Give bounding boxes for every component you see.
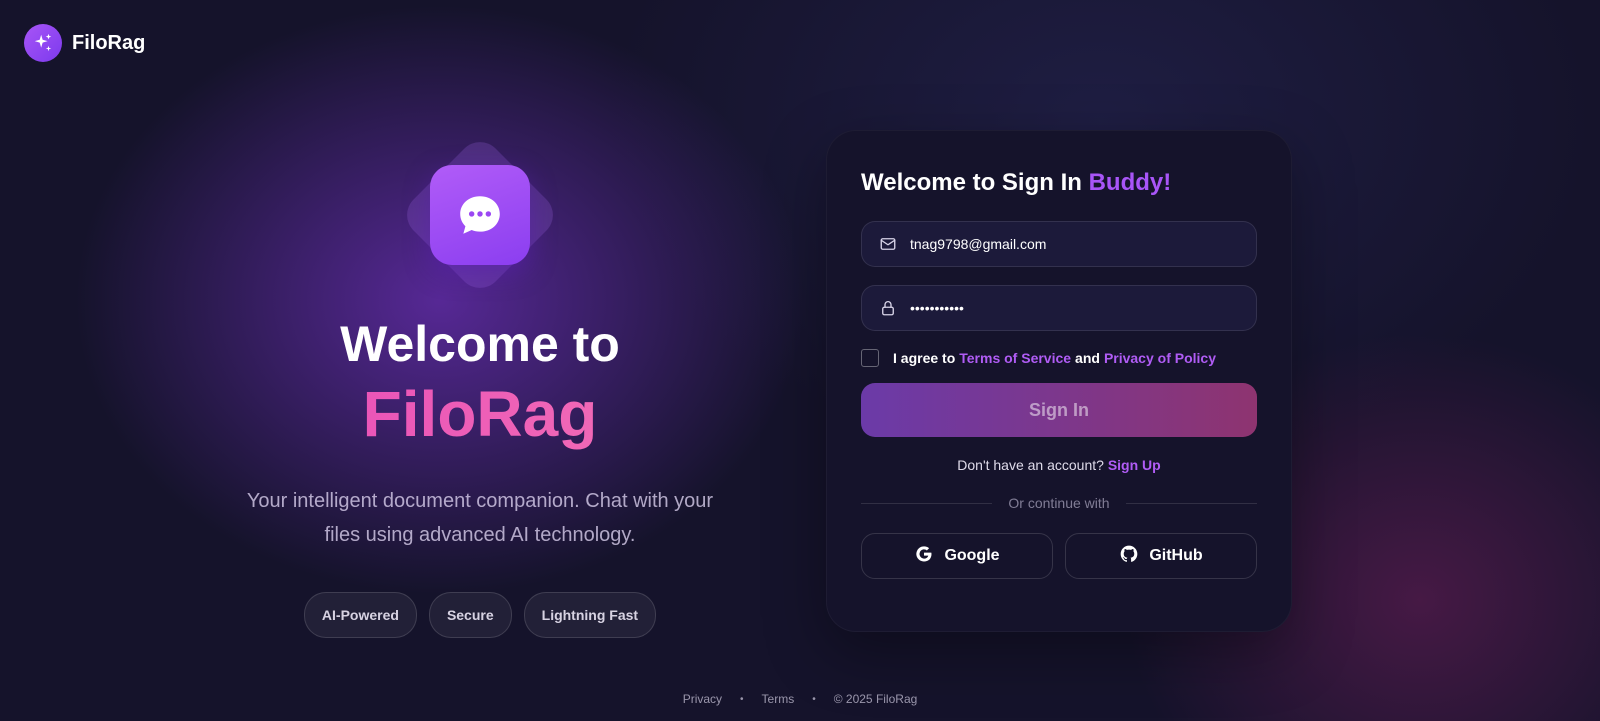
privacy-policy-link[interactable]: Privacy of Policy — [1104, 350, 1216, 366]
chip-secure: Secure — [428, 592, 512, 638]
signin-title: Welcome to Sign In Buddy! — [861, 167, 1257, 199]
terms-checkbox[interactable] — [861, 349, 879, 367]
terms-agreement: I agree to Terms of Service and Privacy … — [861, 349, 1257, 367]
signin-title-accent: Buddy! — [1088, 169, 1172, 196]
signup-prompt: Don't have an account? — [957, 457, 1104, 473]
brand[interactable]: FiloRag — [24, 24, 145, 62]
footer-separator: • — [812, 693, 816, 705]
sign-in-button[interactable]: Sign In — [861, 383, 1257, 437]
footer-copyright: © 2025 FiloRag — [833, 692, 918, 706]
divider-text: Or continue with — [1008, 495, 1110, 511]
hero-section: Welcome to FiloRag Your intelligent docu… — [240, 130, 720, 638]
chip-lightning-fast: Lightning Fast — [523, 592, 657, 638]
email-field[interactable] — [908, 221, 1240, 267]
sign-up-link[interactable]: Sign Up — [1108, 457, 1161, 473]
google-icon — [914, 544, 934, 569]
or-divider: Or continue with — [861, 495, 1258, 511]
mail-icon — [878, 234, 898, 254]
footer-privacy-link[interactable]: Privacy — [683, 692, 722, 706]
google-login-button[interactable]: Google — [861, 533, 1053, 579]
sparkles-icon — [24, 24, 62, 62]
footer: Privacy • Terms • © 2025 FiloRag — [0, 692, 1600, 706]
feature-chips: AI-Powered Secure Lightning Fast — [240, 592, 720, 638]
agree-prefix: I agree to — [893, 350, 956, 366]
chat-bubble-icon — [430, 165, 530, 265]
hero-title: Welcome to — [340, 316, 620, 372]
footer-separator: • — [740, 693, 744, 705]
social-login-row: Google GitHub — [861, 533, 1257, 579]
footer-terms-link[interactable]: Terms — [762, 692, 795, 706]
hero-brand-name: FiloRag — [240, 378, 720, 450]
github-login-button[interactable]: GitHub — [1065, 533, 1257, 579]
github-icon — [1119, 544, 1139, 569]
chip-ai-powered: AI-Powered — [303, 592, 417, 638]
signin-title-prefix: Welcome to Sign In — [861, 169, 1082, 196]
hero-subtitle: Your intelligent document companion. Cha… — [246, 490, 714, 546]
agree-and: and — [1075, 350, 1100, 366]
lock-icon — [878, 298, 898, 318]
signin-card: Welcome to Sign In Buddy! I agree to Ter… — [826, 130, 1292, 632]
password-field-wrap[interactable] — [861, 285, 1257, 331]
github-label: GitHub — [1149, 547, 1203, 564]
divider-line-left — [861, 502, 993, 504]
terms-of-service-link[interactable]: Terms of Service — [959, 350, 1071, 366]
password-field[interactable] — [908, 285, 1240, 331]
hero-icon-wrap — [395, 130, 565, 300]
google-label: Google — [944, 547, 1000, 564]
brand-name: FiloRag — [72, 31, 146, 54]
email-field-wrap[interactable] — [861, 221, 1257, 267]
divider-line-right — [1125, 502, 1258, 504]
signup-row: Don't have an account? Sign Up — [861, 457, 1257, 473]
